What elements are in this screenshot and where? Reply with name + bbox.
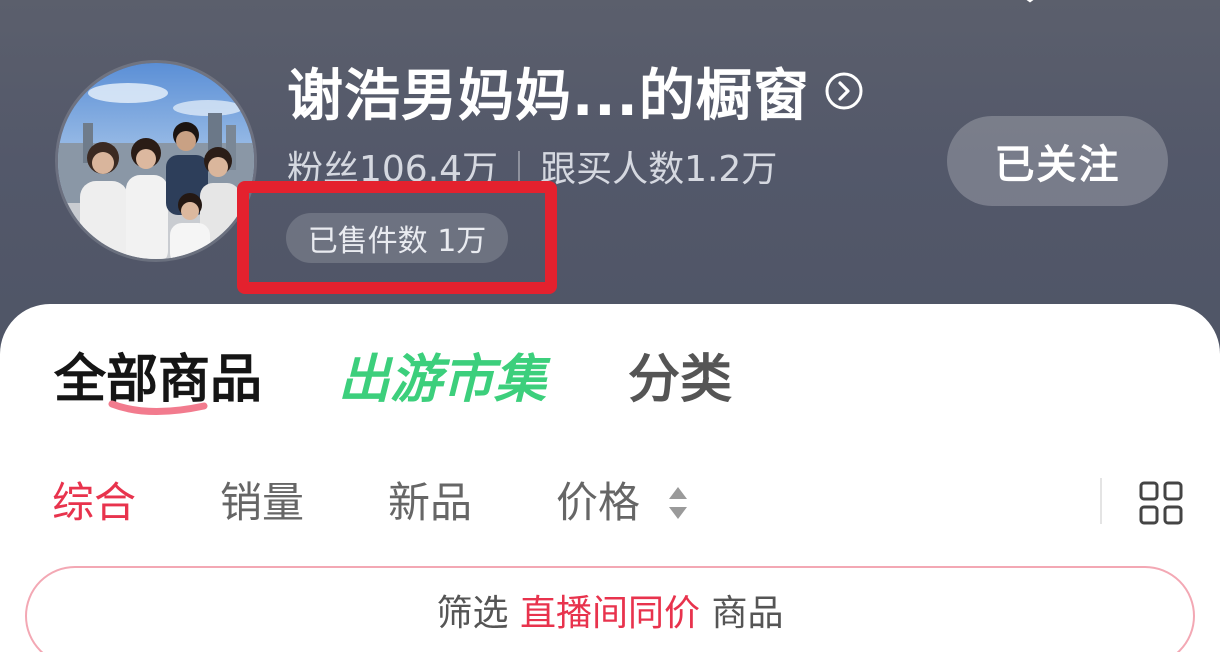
sort-arrows-icon[interactable]	[667, 484, 689, 522]
buyers-count: 跟买人数1.2万	[540, 149, 778, 190]
sort-sales[interactable]: 销量	[220, 478, 304, 528]
filter-prefix: 筛选	[436, 593, 509, 634]
circle-chevron-right-icon[interactable]	[824, 71, 864, 111]
annotation-highlight-box	[237, 181, 557, 294]
shop-title-row[interactable]: 谢浩男妈妈...的橱窗	[287, 58, 864, 129]
shop-window-page: 谢浩男妈妈...的橱窗 粉丝106.4万 跟买人数1.2万 已关注 已售件数 1…	[0, 0, 1220, 652]
partial-top-icon[interactable]	[1010, 0, 1050, 6]
filter-text: 筛选 直播间同价 商品	[0, 588, 1220, 640]
sort-price[interactable]: 价格	[556, 478, 640, 528]
filter-highlight: 直播间同价	[519, 593, 700, 634]
avatar[interactable]	[55, 60, 257, 262]
tab-travel-market[interactable]: 出游市集	[338, 350, 546, 410]
tab-category[interactable]: 分类	[628, 350, 732, 410]
active-tab-indicator	[108, 400, 208, 415]
stats-divider	[518, 151, 521, 181]
shop-title: 谢浩男妈妈...的橱窗	[287, 63, 810, 129]
sort-comprehensive[interactable]: 综合	[52, 478, 136, 528]
grid-view-icon[interactable]	[1138, 480, 1184, 526]
follow-button[interactable]: 已关注	[947, 116, 1168, 206]
filter-suffix: 商品	[711, 593, 784, 634]
sort-new[interactable]: 新品	[388, 478, 472, 528]
view-toggle-divider	[1100, 478, 1102, 524]
